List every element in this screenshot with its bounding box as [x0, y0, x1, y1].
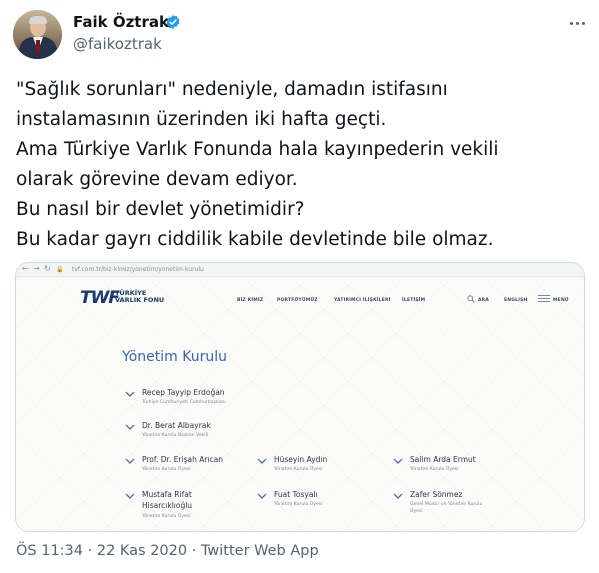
tweet-line: "Sağlık sorunları" nedeniyle, damadın is…: [16, 79, 448, 100]
tweet-line: instalamasının üzerinden iki hafta geçti…: [16, 109, 387, 130]
verified-badge-icon: [166, 15, 180, 29]
member-role: Yönetim Kurulu Üyesi: [274, 502, 323, 507]
member-name: Hüseyin Aydın: [274, 455, 328, 464]
member-name: Fuat Tosyalı: [274, 490, 318, 499]
site-menu-item: YATIRIMCI İLİŞKİLERİ: [334, 298, 391, 303]
member-role: Yönetim Kurulu Üyesi: [274, 467, 323, 472]
meta-separator: ·: [191, 543, 197, 559]
site-menu-item: PORTFÖYÜMÜZ: [277, 298, 318, 303]
lock-icon: 🔒: [56, 266, 64, 273]
chevron-down-icon: [257, 493, 267, 499]
member-name: Salim Arda Ermut: [410, 455, 476, 464]
member-role: Türkiye Cumhuriyeti Cumhurbaşkanı: [142, 400, 226, 405]
author-name[interactable]: Faik Öztrak: [73, 12, 169, 32]
tweet-line: Bu nasıl bir devlet yönetimidir?: [16, 199, 305, 220]
chevron-down-icon: [125, 424, 135, 430]
member-role: Yönetim Kurulu Üyesi: [410, 467, 459, 472]
site-menu-label: MENÜ: [553, 298, 569, 303]
member-name: Dr. Berat Albayrak: [142, 421, 211, 430]
member-name: Prof. Dr. Erişah Arıcan: [142, 455, 224, 464]
attached-image[interactable]: ← → ↻ 🔒 tvf.com.tr/biz-kimiz/yonetim/yon…: [15, 262, 585, 532]
tvf-website: TWF TÜRKİYE VARLIK FONU BİZ KİMİZ PORTFÖ…: [16, 277, 584, 531]
browser-url: tvf.com.tr/biz-kimiz/yonetim/yonetim-kur…: [72, 266, 204, 273]
member-role: Yönetim Kurulu Başkan Vekili: [142, 433, 209, 438]
member-role: Yönetim Kurulu Üyesi: [142, 467, 191, 472]
chevron-down-icon: [393, 458, 403, 464]
member-role: Yönetim Kurulu Üyesi: [142, 514, 191, 519]
tvf-logo-mark: TWF: [80, 288, 120, 308]
tweet-source[interactable]: Twitter Web App: [201, 543, 319, 559]
chevron-down-icon: [125, 493, 135, 499]
tvf-logo-text: TÜRKİYE VARLIK FONU: [115, 290, 164, 304]
tvf-logo-line: VARLIK FONU: [115, 296, 165, 304]
tweet-text: "Sağlık sorunları" nedeniyle, damadın is…: [16, 75, 591, 255]
chevron-down-icon: [393, 493, 403, 499]
author-handle[interactable]: @faikoztrak: [73, 34, 162, 54]
avatar-hair: [29, 16, 47, 24]
tweet-date[interactable]: 22 Kas 2020: [97, 543, 187, 559]
tweet-line: olarak görevine devam ediyor.: [16, 169, 298, 190]
browser-address-bar: ← → ↻ 🔒 tvf.com.tr/biz-kimiz/yonetim/yon…: [16, 263, 584, 277]
tweet-meta: ÖS 11:34 · 22 Kas 2020 · Twitter Web App: [16, 541, 319, 561]
tweet-line: Ama Türkiye Varlık Fonunda hala kayınped…: [16, 139, 499, 160]
meta-separator: ·: [87, 543, 93, 559]
member-name: Recep Tayyip Erdoğan: [142, 388, 225, 397]
tweet-line: Bu kadar gayrı ciddilik kabile devletind…: [16, 229, 494, 250]
more-options-icon[interactable]: [564, 12, 590, 34]
chevron-down-icon: [125, 458, 135, 464]
site-search-label: ARA: [478, 298, 490, 303]
member-name: Mustafa Rifat: [142, 490, 192, 499]
member-role: Üyesi: [410, 509, 423, 514]
chevron-down-icon: [125, 391, 135, 397]
tweet-time[interactable]: ÖS 11:34: [16, 543, 83, 559]
avatar-tie: [36, 40, 40, 54]
search-icon: [467, 295, 475, 303]
hamburger-menu-icon: [538, 295, 550, 303]
member-role: Genel Müdür ve Yönetim Kurulu: [410, 502, 483, 507]
avatar[interactable]: [13, 10, 62, 59]
site-language-label: ENGLISH: [504, 298, 528, 303]
site-menu-item: BİZ KİMİZ: [237, 298, 264, 303]
back-arrow-icon: ←: [22, 264, 29, 273]
chevron-down-icon: [257, 458, 267, 464]
tvf-logo: TWF TÜRKİYE VARLIK FONU: [80, 288, 164, 308]
forward-arrow-icon: →: [33, 264, 40, 273]
section-title: Yönetim Kurulu: [122, 349, 227, 365]
site-menu-item: İLETİŞİM: [402, 298, 426, 303]
member-name: Zafer Sönmez: [410, 490, 463, 499]
reload-icon: ↻: [44, 264, 51, 273]
member-name: Hisarcıklıoğlu: [142, 501, 193, 510]
